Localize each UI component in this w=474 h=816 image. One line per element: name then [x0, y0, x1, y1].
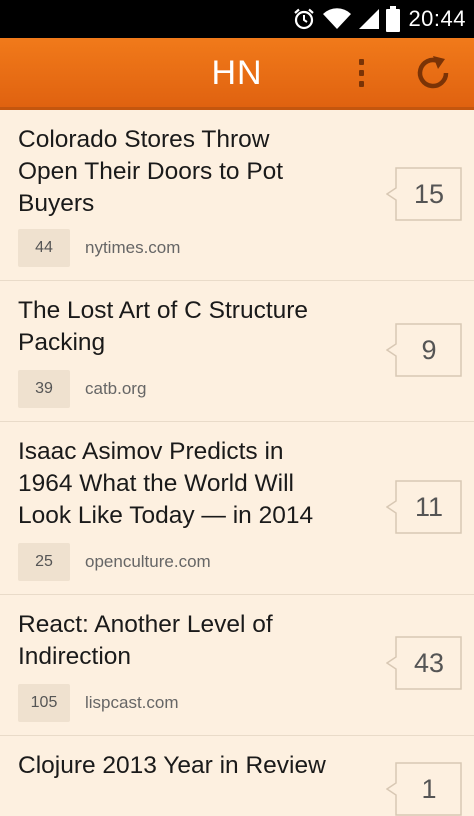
story-title: The Lost Art of C Structure Packing	[18, 295, 368, 359]
story-item[interactable]: The Lost Art of C Structure Packing 39 c…	[0, 281, 474, 422]
overflow-menu-dot	[358, 70, 364, 76]
status-bar: 20:44	[0, 0, 474, 38]
points-badge: 25	[18, 543, 70, 581]
story-title: Isaac Asimov Predicts in 1964 What the W…	[18, 436, 368, 532]
comments-button[interactable]: 11	[386, 480, 462, 534]
story-title-line: React: Another Level of	[18, 611, 273, 638]
comments-button[interactable]: 43	[386, 636, 462, 690]
story-title-line: Indirection	[18, 643, 132, 670]
story-title-line: Packing	[18, 329, 106, 356]
overflow-menu-dot	[358, 81, 364, 87]
story-title: Colorado Stores Throw Open Their Doors t…	[18, 124, 368, 220]
story-title: React: Another Level of Indirection	[18, 609, 368, 673]
points-badge: 39	[18, 370, 70, 408]
alarm-icon	[292, 7, 316, 31]
comments-button[interactable]: 1	[386, 762, 462, 816]
story-item[interactable]: Clojure 2013 Year in Review 1	[0, 736, 474, 816]
comments-count: 15	[413, 178, 445, 209]
story-domain: nytimes.com	[85, 238, 181, 257]
comments-count: 11	[414, 491, 444, 522]
comments-button[interactable]: 9	[386, 323, 462, 377]
story-title: Clojure 2013 Year in Review	[18, 750, 368, 782]
comments-count: 9	[421, 334, 437, 365]
refresh-icon	[417, 56, 449, 89]
story-item[interactable]: Colorado Stores Throw Open Their Doors t…	[0, 110, 474, 281]
refresh-button[interactable]	[408, 50, 458, 96]
story-domain: openculture.com	[85, 552, 211, 571]
story-title-line: Open Their Doors to Pot	[18, 158, 284, 185]
story-title-line: Clojure 2013 Year in Review	[18, 752, 326, 779]
story-title-line: Buyers	[18, 190, 95, 217]
story-title-line: Isaac Asimov Predicts in	[18, 438, 284, 465]
story-item[interactable]: Isaac Asimov Predicts in 1964 What the W…	[0, 422, 474, 595]
story-item[interactable]: React: Another Level of Indirection 105 …	[0, 595, 474, 736]
overflow-menu-button[interactable]	[345, 50, 377, 96]
status-time: 20:44	[408, 6, 466, 31]
story-title-line: Colorado Stores Throw	[18, 126, 270, 153]
story-domain: lispcast.com	[85, 693, 179, 712]
app-bar: HN	[0, 38, 474, 110]
comments-button[interactable]: 15	[386, 167, 462, 221]
story-title-line: Look Like Today — in 2014	[18, 502, 314, 529]
story-title-line: The Lost Art of C Structure	[18, 297, 309, 324]
comments-count: 1	[421, 773, 437, 804]
story-list: Colorado Stores Throw Open Their Doors t…	[0, 110, 474, 816]
overflow-menu-icon	[358, 59, 364, 65]
story-domain: catb.org	[85, 379, 147, 398]
points-badge: 44	[18, 229, 70, 267]
wifi-icon	[322, 7, 352, 31]
app-title: HN	[211, 53, 263, 92]
signal-icon	[358, 7, 380, 31]
battery-icon	[386, 6, 401, 32]
points-badge: 105	[18, 684, 70, 722]
comments-count: 43	[413, 647, 445, 678]
story-title-line: 1964 What the World Will	[18, 470, 294, 497]
